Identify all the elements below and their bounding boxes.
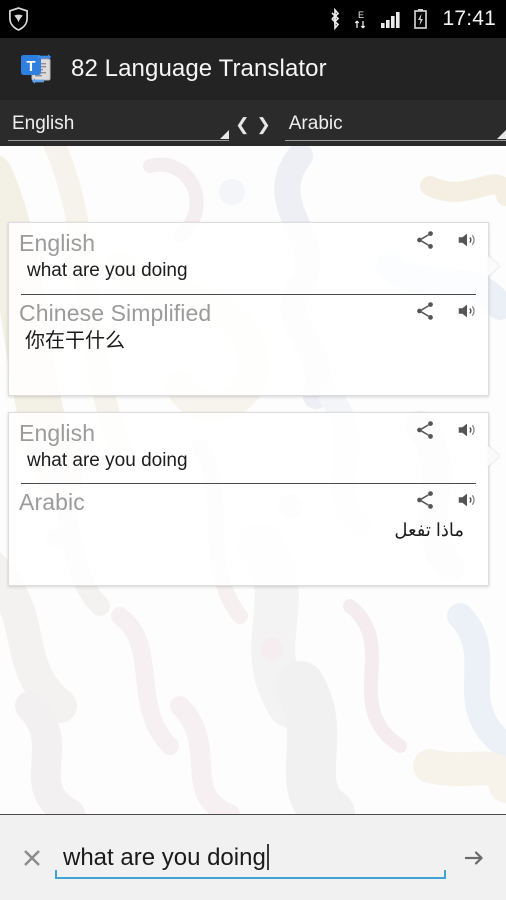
card-source-language: English [19,420,96,446]
input-bar: what are you doing [0,814,506,900]
card-target-language: Chinese Simplified [19,300,212,326]
source-spinner-underline [8,140,230,141]
target-language-label: Arabic [288,113,343,134]
translation-results-list: English what are you doing Chinese Simpl… [0,146,506,814]
share-icon[interactable] [414,229,436,251]
status-bar-clock: 17:41 [442,7,496,30]
card-target-actions [414,489,478,511]
card-source-text: what are you doing [27,260,188,281]
card-target-language: Arabic [19,489,85,515]
submit-translate-button[interactable] [452,836,496,880]
edge-data-icon: E [355,10,366,29]
share-icon[interactable] [414,300,436,322]
text-input-field[interactable]: what are you doing [55,832,446,884]
card-target-actions [414,300,478,322]
share-icon[interactable] [414,489,436,511]
card-target-text: 你在干什么 [25,330,125,352]
chevron-down-icon [497,130,506,139]
card-source-text: what are you doing [27,450,188,471]
translation-card[interactable]: English what are you doing Arabic ماذا ت… [8,412,499,586]
speaker-icon[interactable] [456,229,478,251]
input-value: what are you doing [63,843,266,871]
share-icon[interactable] [414,419,436,441]
card-divider [21,294,476,295]
clear-input-button[interactable] [15,841,49,875]
swap-prev-icon[interactable]: ❮ [235,116,249,133]
text-cursor [266,843,269,870]
arrow-right-icon[interactable] [459,843,489,873]
input-value-text: what are you doing [63,843,269,872]
card-source-row: English what are you doing [9,413,488,474]
card-divider [21,483,476,484]
svg-text:T: T [26,58,35,75]
card-target-row: Chinese Simplified 你在干什么 [9,294,488,354]
app-title: 82 Language Translator [71,55,327,82]
swap-next-icon[interactable]: ❯ [257,116,271,133]
card-tail [487,445,499,467]
speaker-icon[interactable] [456,489,478,511]
chevron-down-icon [220,130,230,139]
app-bar: T 82 Language Translator [0,38,506,100]
source-language-spinner[interactable]: English [8,107,230,141]
speaker-icon[interactable] [456,300,478,322]
card-source-actions [414,229,478,251]
card-target-row: Arabic ماذا تفعل [9,483,488,543]
translator-app-icon: T [18,51,54,87]
close-icon[interactable] [20,846,44,870]
status-bar: E 17:41 [0,0,506,38]
card-source-row: English what are you doing [9,223,488,284]
target-language-spinner[interactable]: Arabic [284,107,506,141]
card-tail [487,255,499,277]
translation-card[interactable]: English what are you doing Chinese Simpl… [8,222,499,396]
source-language-label: English [12,113,75,134]
battery-charging-icon [414,9,428,29]
language-selector-bar: English ❮ ❯ Arabic [0,100,506,146]
svg-text:E: E [358,10,364,20]
shield-icon [9,7,28,31]
speaker-icon[interactable] [456,419,478,441]
card-source-actions [414,419,478,441]
status-bar-left [8,7,29,31]
target-spinner-underline [284,140,506,141]
swap-languages-control[interactable]: ❮ ❯ [229,107,277,141]
bluetooth-icon [331,8,340,30]
status-bar-right: E 17:41 [328,7,496,31]
card-source-language: English [19,230,96,256]
input-underline [55,869,446,879]
card-target-text: ماذا تفعل [394,520,464,540]
signal-bars-icon [381,12,401,28]
